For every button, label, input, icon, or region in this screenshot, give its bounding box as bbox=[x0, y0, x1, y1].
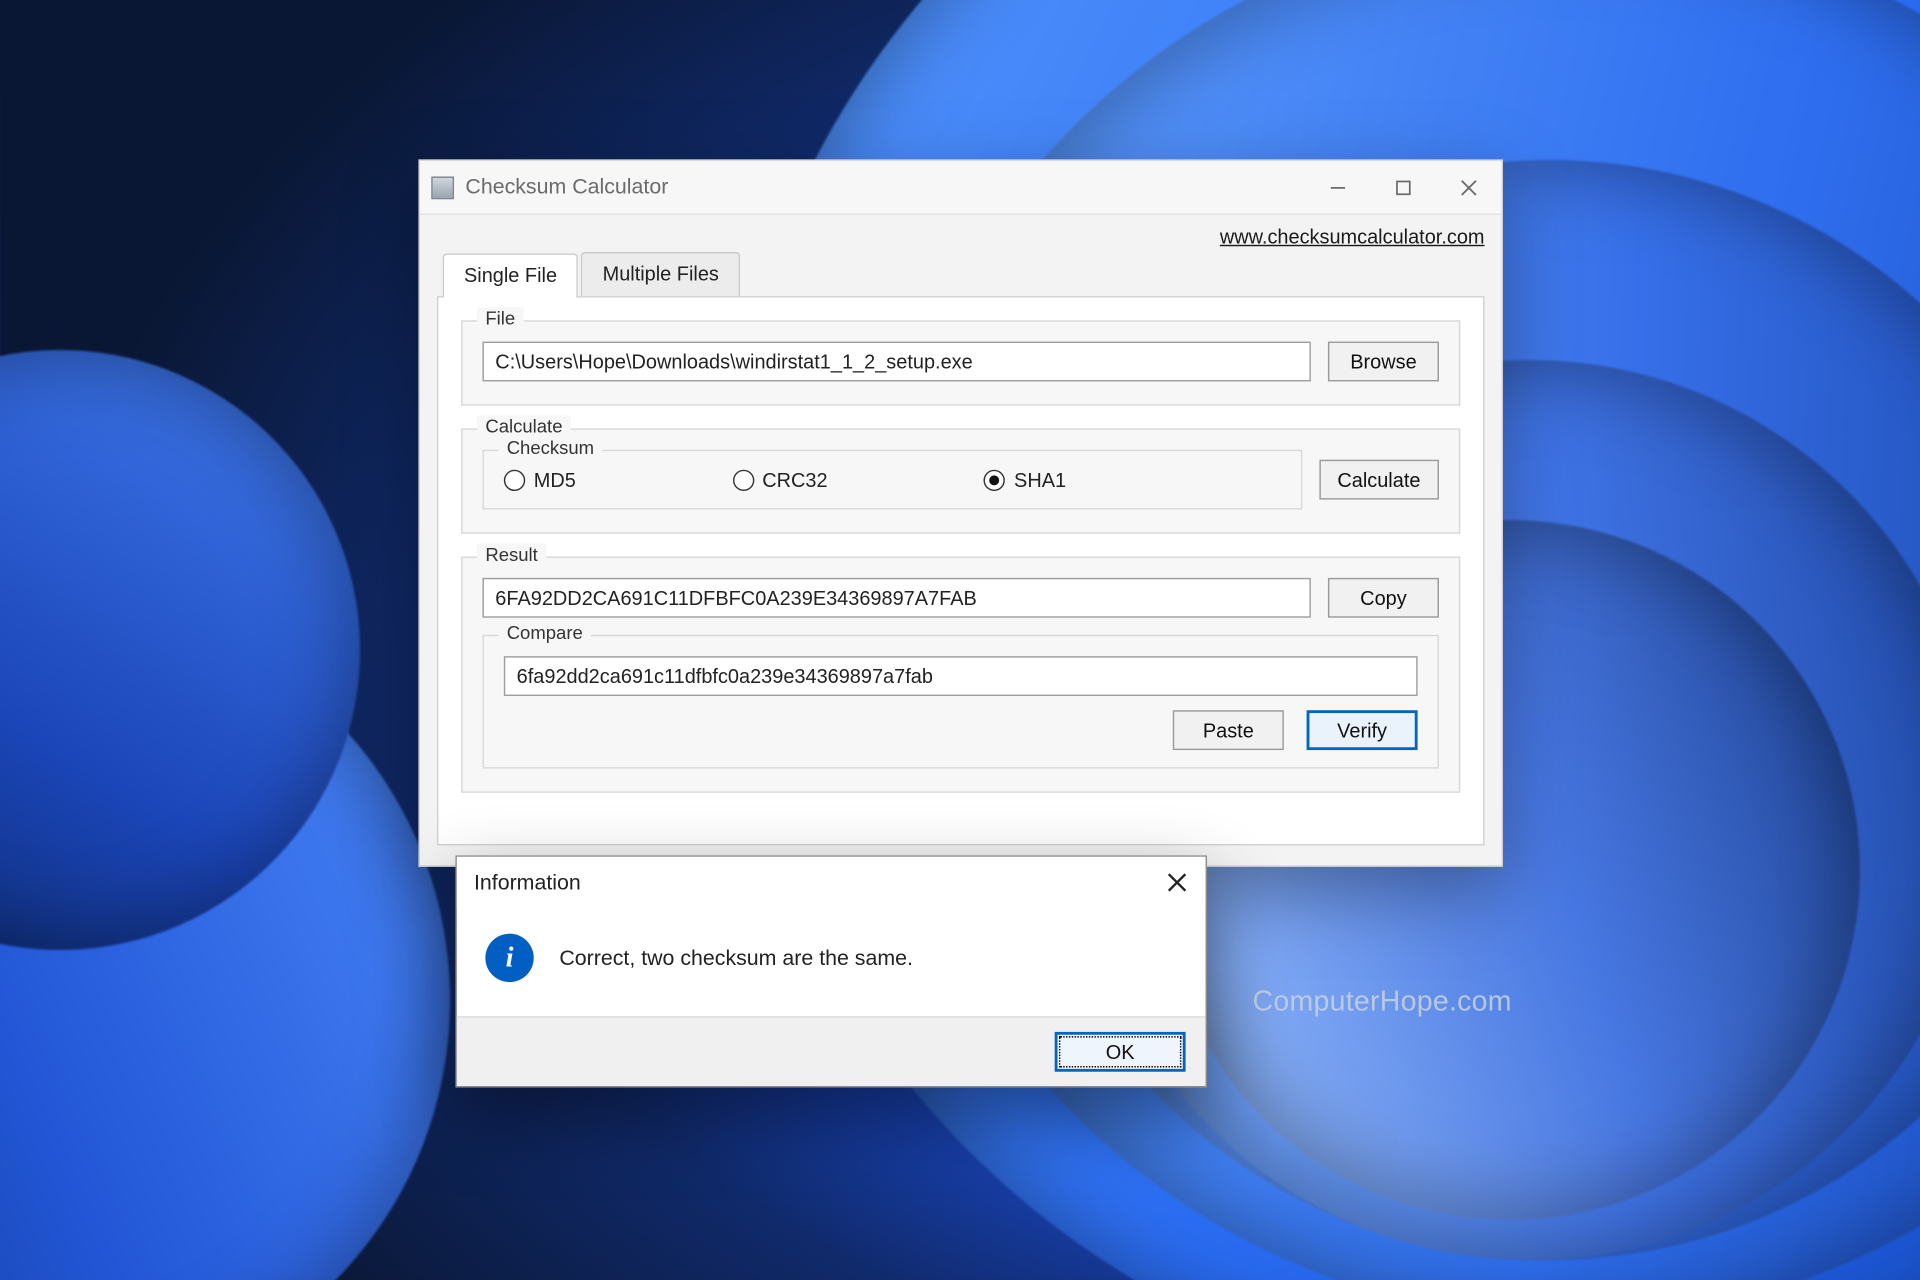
verify-button[interactable]: Verify bbox=[1307, 710, 1418, 750]
copy-button[interactable]: Copy bbox=[1328, 578, 1439, 618]
checksum-label: Checksum bbox=[498, 437, 603, 458]
browse-button[interactable]: Browse bbox=[1328, 342, 1439, 382]
compare-input[interactable] bbox=[504, 656, 1418, 696]
ok-button[interactable]: OK bbox=[1055, 1032, 1186, 1072]
checksum-calculator-window: Checksum Calculator www.checksumcalculat… bbox=[418, 159, 1503, 866]
radio-crc32[interactable]: CRC32 bbox=[732, 468, 827, 491]
dialog-title: Information bbox=[474, 870, 1149, 894]
info-icon: i bbox=[485, 934, 533, 982]
information-dialog: Information i Correct, two checksum are … bbox=[455, 855, 1207, 1087]
tab-panel-single: File Browse Calculate Checksum MD5 bbox=[437, 296, 1485, 845]
file-path-input[interactable] bbox=[482, 342, 1310, 382]
tab-single-file[interactable]: Single File bbox=[443, 253, 579, 297]
minimize-button[interactable] bbox=[1305, 160, 1370, 214]
paste-button[interactable]: Paste bbox=[1173, 710, 1284, 750]
tab-strip: Single File Multiple Files bbox=[420, 252, 1502, 296]
radio-md5-label: MD5 bbox=[534, 468, 576, 491]
calculate-group-label: Calculate bbox=[477, 416, 571, 437]
radio-sha1[interactable]: SHA1 bbox=[984, 468, 1066, 491]
radio-crc32-label: CRC32 bbox=[762, 468, 827, 491]
checksum-radio-group: Checksum MD5 CRC32 bbox=[482, 450, 1301, 510]
result-group: Result Copy Compare Paste Verify bbox=[461, 557, 1460, 793]
compare-group: Compare Paste Verify bbox=[482, 635, 1438, 769]
radio-sha1-label: SHA1 bbox=[1014, 468, 1066, 491]
result-group-label: Result bbox=[477, 544, 547, 565]
window-title: Checksum Calculator bbox=[465, 175, 668, 199]
tab-multiple-files[interactable]: Multiple Files bbox=[581, 252, 740, 296]
watermark: ComputerHope.com bbox=[1253, 986, 1512, 1019]
radio-md5[interactable]: MD5 bbox=[504, 468, 576, 491]
radio-icon bbox=[504, 469, 525, 490]
dialog-titlebar[interactable]: Information bbox=[457, 857, 1206, 908]
dialog-message: Correct, two checksum are the same. bbox=[559, 946, 913, 970]
maximize-button[interactable] bbox=[1371, 160, 1436, 214]
site-link[interactable]: www.checksumcalculator.com bbox=[1220, 225, 1485, 248]
app-icon bbox=[431, 176, 454, 199]
radio-icon bbox=[984, 469, 1005, 490]
calculate-group: Calculate Checksum MD5 CRC32 bbox=[461, 428, 1460, 533]
file-group-label: File bbox=[477, 307, 524, 328]
compare-label: Compare bbox=[498, 622, 591, 643]
titlebar[interactable]: Checksum Calculator bbox=[420, 161, 1502, 215]
file-group: File Browse bbox=[461, 320, 1460, 405]
result-output[interactable] bbox=[482, 578, 1310, 618]
radio-icon bbox=[732, 469, 753, 490]
dialog-close-button[interactable] bbox=[1149, 857, 1206, 908]
close-button[interactable] bbox=[1436, 160, 1501, 214]
calculate-button[interactable]: Calculate bbox=[1319, 460, 1439, 500]
